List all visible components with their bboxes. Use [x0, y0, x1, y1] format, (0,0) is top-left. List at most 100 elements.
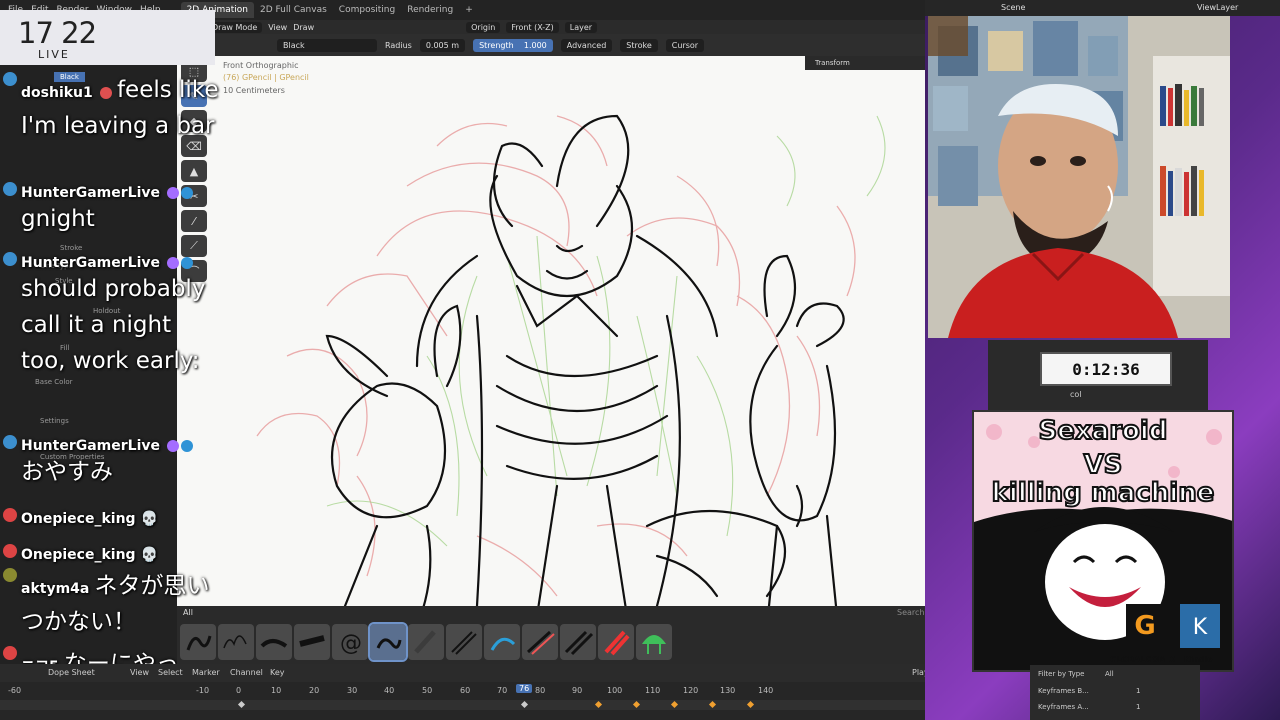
cursor-dropdown[interactable]: Cursor	[665, 38, 705, 52]
timeline-marker-menu[interactable]: Marker	[192, 668, 220, 677]
chat-avatar	[3, 646, 17, 660]
frame-tick: 130	[720, 686, 736, 695]
timeline-select-menu[interactable]: Select	[158, 668, 183, 677]
origin-dropdown[interactable]: Origin	[466, 21, 501, 33]
chat-message: Onepiece_king 💀	[21, 544, 158, 563]
outliner-collection-label[interactable]: col	[1070, 390, 1082, 399]
chat-username: HunterGamerLive	[21, 438, 161, 454]
brush-green-stamp[interactable]	[636, 624, 672, 660]
badge-icon	[167, 186, 180, 199]
keyframes-after-value[interactable]: 1	[1136, 703, 1140, 711]
chat-avatar	[3, 508, 17, 522]
material-dropdown[interactable]: Black	[277, 38, 377, 52]
dope-sheet-timeline: Dope Sheet View Select Marker Channel Ke…	[0, 664, 949, 720]
keyframe-row	[0, 700, 925, 710]
chat-avatar	[3, 544, 17, 558]
badge-icon	[99, 86, 112, 99]
frame-tick: 70	[497, 686, 508, 695]
badge-icon	[181, 186, 194, 199]
chat-message: HunterGamerLive gnight	[21, 182, 221, 237]
comic-title-line-1: Sexaroid	[1038, 415, 1169, 447]
brush-eraser-stroke[interactable]	[522, 624, 558, 660]
chat-avatar	[3, 568, 17, 582]
chat-username: doshiku1	[21, 85, 93, 101]
view-layer-label[interactable]: ViewLayer	[1197, 3, 1238, 12]
chat-avatar	[3, 72, 17, 86]
filter-by-type-label: Filter by Type	[1038, 670, 1085, 678]
frame-tick: -60	[8, 686, 22, 695]
advanced-dropdown[interactable]: Advanced	[560, 38, 613, 52]
brush-tint-hatch[interactable]	[560, 624, 596, 660]
svg-text:G: G	[1134, 611, 1155, 641]
chat-message: HunterGamerLive おやすみ	[21, 435, 221, 490]
kindle-label: Kindle	[1184, 655, 1213, 664]
chat-message: Onepiece_king 💀	[21, 508, 158, 527]
orientation-dropdown[interactable]: Front (X-Z)	[506, 21, 559, 33]
timeline-channel-menu[interactable]: Channel	[230, 668, 263, 677]
add-workspace-button[interactable]: +	[459, 2, 479, 18]
brush-airbrush[interactable]	[408, 624, 444, 660]
chat-username: Onepiece_king	[21, 547, 136, 563]
brush-marker[interactable]	[256, 624, 292, 660]
timeline-view-menu[interactable]: View	[130, 668, 149, 677]
draw-menu[interactable]: Draw	[293, 23, 314, 32]
view-menu[interactable]: View	[268, 23, 287, 32]
workspace-tab-rendering[interactable]: Rendering	[401, 2, 459, 18]
chat-avatar	[3, 182, 17, 196]
timeline-menu-bar: Dope Sheet View Select Marker Channel Ke…	[0, 664, 949, 682]
dope-sheet-menu[interactable]: Dope Sheet	[48, 668, 95, 677]
keyframes-before-value[interactable]: 1	[1136, 687, 1140, 695]
frame-tick: 110	[645, 686, 661, 695]
frame-tick: -10	[196, 686, 210, 695]
current-frame-indicator[interactable]: 76	[516, 684, 533, 693]
keyframes-before-label: Keyframes B...	[1038, 687, 1089, 695]
radius-field[interactable]: 0.005 m	[419, 38, 466, 52]
brush-hatch[interactable]	[446, 624, 482, 660]
mode-dropdown[interactable]: Draw Mode	[207, 21, 263, 33]
scene-label[interactable]: Scene	[1001, 3, 1025, 12]
stream-timer: 0:12:36	[1040, 352, 1172, 386]
brush-ink-active[interactable]	[368, 622, 408, 662]
brush-blue-curve[interactable]	[484, 624, 520, 660]
badge-icon	[181, 439, 194, 452]
strength-label: Strength	[479, 40, 514, 50]
globalcomix-label: GLOBALCOMIX	[1110, 655, 1176, 664]
frame-tick: 120	[683, 686, 699, 695]
live-label: LIVE	[38, 48, 70, 61]
chat-username: aktym4a	[21, 581, 90, 597]
brush-search-input[interactable]: Search	[897, 608, 924, 617]
chat-message: HunterGamerLive should probably call it …	[21, 252, 221, 379]
chat-username: Onepiece_king	[21, 511, 136, 527]
timeline-key-menu[interactable]: Key	[270, 668, 285, 677]
chat-avatar	[3, 252, 17, 266]
frame-tick: 140	[758, 686, 774, 695]
chat-username: HunterGamerLive	[21, 255, 161, 271]
brush-red-marker[interactable]	[598, 624, 634, 660]
brush-chisel[interactable]	[294, 624, 330, 660]
brush-asset-shelf: All Search @	[177, 606, 925, 664]
keyframes-after-label: Keyframes A...	[1038, 703, 1089, 711]
brush-category-all[interactable]: All	[183, 608, 193, 617]
workspace-tab-2d-full-canvas[interactable]: 2D Full Canvas	[254, 2, 333, 18]
comic-title-line-3: killing machine	[991, 477, 1216, 509]
filter-by-type-value[interactable]: All	[1105, 670, 1114, 678]
strength-slider[interactable]: Strength 1.000	[473, 38, 553, 52]
viewport-canvas[interactable]: Front Orthographic (76) GPencil | GPenci…	[177, 56, 925, 626]
frame-tick: 0	[236, 686, 242, 695]
badge-icon	[181, 256, 194, 269]
frame-tick: 80	[535, 686, 546, 695]
tool-settings-bar: Black Radius 0.005 m Strength 1.000 Adva…	[177, 34, 925, 56]
viewport-header: Draw Mode View Draw Origin Front (X-Z) L…	[177, 20, 925, 34]
brush-pencil[interactable]	[218, 624, 254, 660]
strength-value: 1.000	[523, 40, 547, 50]
clock-time: 17 22	[18, 16, 97, 50]
layer-dropdown[interactable]: Layer	[564, 21, 598, 33]
chat-message: doshiku1 feels like I'm leaving a bar	[21, 72, 221, 144]
svg-text:@: @	[340, 631, 362, 656]
frame-tick: 60	[460, 686, 471, 695]
dope-sheet-sidebar: Filter by Type All Keyframes B... 1 Keyf…	[1030, 665, 1200, 720]
stroke-dropdown[interactable]: Stroke	[620, 38, 658, 52]
brush-ink-pen[interactable]	[180, 624, 216, 660]
workspace-tab-compositing[interactable]: Compositing	[333, 2, 401, 18]
brush-spiral[interactable]: @	[332, 624, 368, 660]
